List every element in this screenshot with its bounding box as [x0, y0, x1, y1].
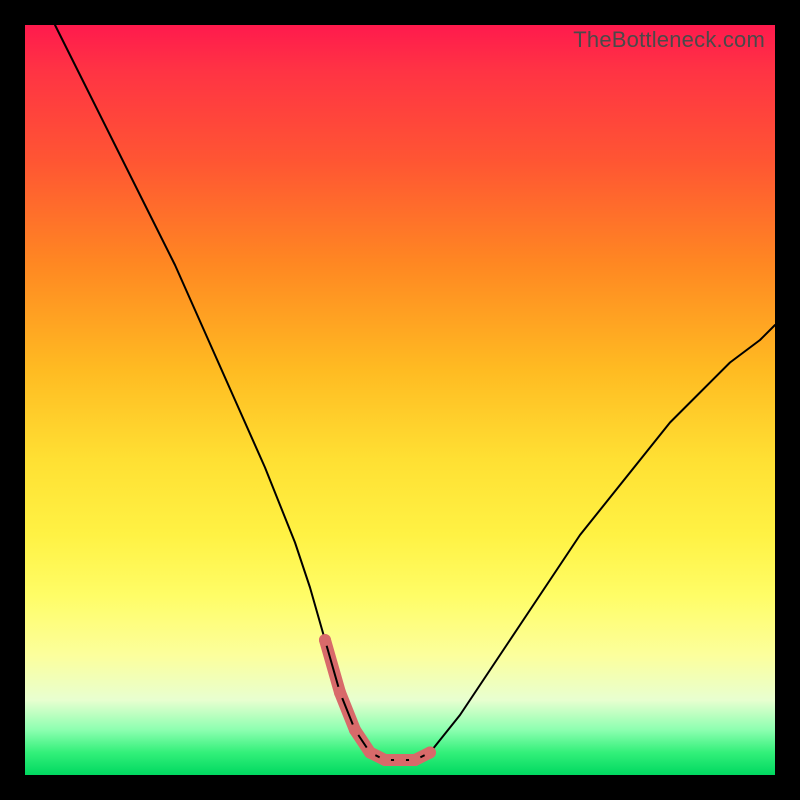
- highlight-point: [334, 687, 346, 699]
- chart-frame: TheBottleneck.com: [0, 0, 800, 800]
- highlight-point: [364, 747, 376, 759]
- main-curve: [55, 25, 775, 760]
- chart-svg: [25, 25, 775, 775]
- highlight-point: [349, 724, 361, 736]
- plot-area: TheBottleneck.com: [25, 25, 775, 775]
- highlight-band: [325, 640, 430, 760]
- highlight-point: [394, 754, 406, 766]
- highlight-point: [379, 754, 391, 766]
- highlight-point: [319, 634, 331, 646]
- highlight-point: [424, 747, 436, 759]
- highlight-point: [409, 754, 421, 766]
